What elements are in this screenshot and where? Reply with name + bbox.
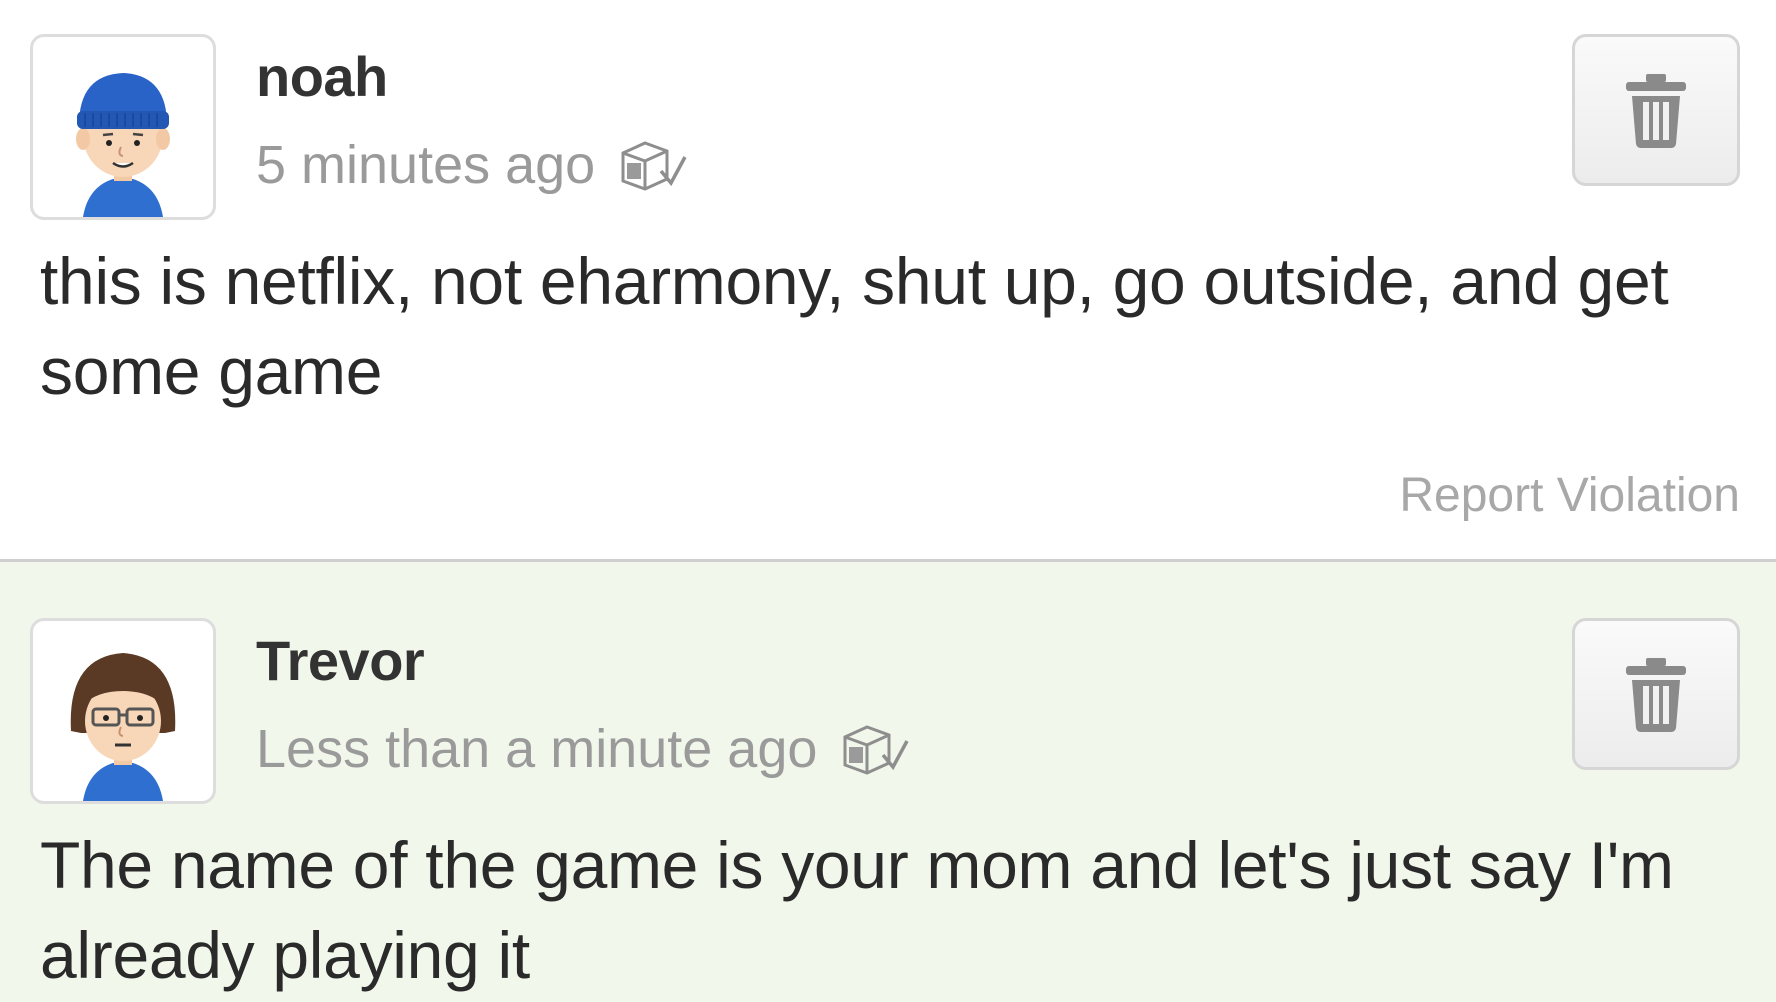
- timestamp: 5 minutes ago: [256, 135, 596, 195]
- username[interactable]: Trevor: [256, 628, 425, 693]
- mii-avatar-brown-hair-glasses-icon: [70, 653, 176, 801]
- spoiler-checked-icon: [621, 141, 687, 191]
- username[interactable]: noah: [256, 44, 388, 109]
- comment-text: this is netflix, not eharmony, shut up, …: [40, 244, 1669, 408]
- delete-button[interactable]: [1572, 618, 1740, 770]
- post-noah: noah 5 minutes ago this is netflix, not …: [0, 0, 1776, 560]
- post-trevor: Trevor Less than a minute ago The name o…: [0, 562, 1776, 1002]
- trash-icon: [1626, 74, 1686, 148]
- timestamp: Less than a minute ago: [256, 719, 818, 779]
- report-violation-link[interactable]: Report Violation: [1399, 468, 1740, 523]
- comment-text: The name of the game is your mom and let…: [40, 828, 1674, 992]
- trash-icon: [1626, 658, 1686, 732]
- post-meta: Less than a minute ago: [256, 718, 911, 780]
- mii-avatar-blue-beanie-icon: [76, 73, 170, 217]
- spoiler-checked-icon: [843, 725, 909, 775]
- delete-button[interactable]: [1572, 34, 1740, 186]
- post-meta: 5 minutes ago: [256, 134, 689, 196]
- avatar[interactable]: [30, 618, 216, 804]
- avatar[interactable]: [30, 34, 216, 220]
